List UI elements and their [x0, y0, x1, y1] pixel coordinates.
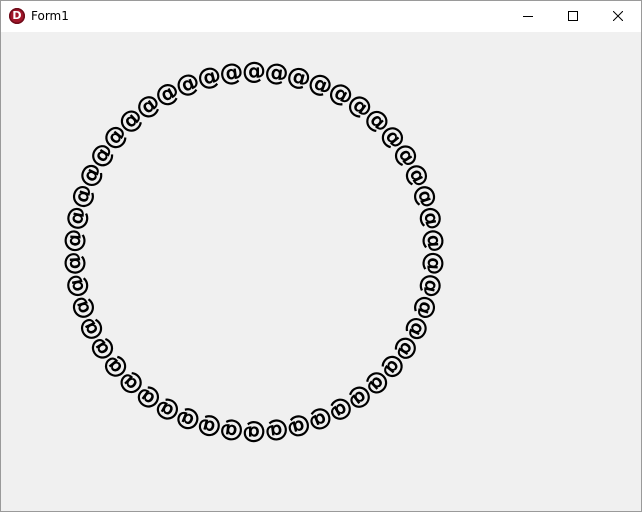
minimize-button[interactable]	[505, 1, 551, 32]
maximize-button[interactable]	[550, 1, 596, 32]
circular-text-canvas: @@@@@@@@@@@@@@@@@@@@@@@@@@@@@@@@@@@@@@@@…	[59, 57, 450, 447]
maximize-icon	[568, 11, 578, 21]
delphi-app-icon[interactable]: D	[9, 8, 25, 24]
form-client-area: @ @ @ @ @ @ @ @ @ @ @ @ @ @ @ @ @ @ @ @ @ @ @ @ @ @ @ @ @ @ @ @ @ @ @ @ @ @ @ @…	[1, 32, 641, 511]
close-button[interactable]	[595, 1, 641, 32]
ring-glyph: @	[263, 416, 290, 447]
ring-glyph: @	[420, 228, 449, 254]
close-icon	[613, 11, 623, 21]
app-icon-letter: D	[12, 9, 22, 22]
minimize-icon	[523, 16, 533, 17]
title-bar[interactable]: D Form1	[1, 1, 641, 32]
ring-glyph: @	[242, 57, 266, 85]
ring-glyph: @	[59, 251, 88, 277]
window-title: Form1	[31, 9, 69, 23]
ring-glyph: @	[218, 57, 245, 88]
ring-glyph: @	[242, 419, 266, 447]
app-window: D Form1 @ @ @ @ @ @ @ @ @ @ @ @ @ @ @ @ @ @ @ @ @ @ @ @ @ @ @ @ @ @ @ @…	[0, 0, 642, 512]
